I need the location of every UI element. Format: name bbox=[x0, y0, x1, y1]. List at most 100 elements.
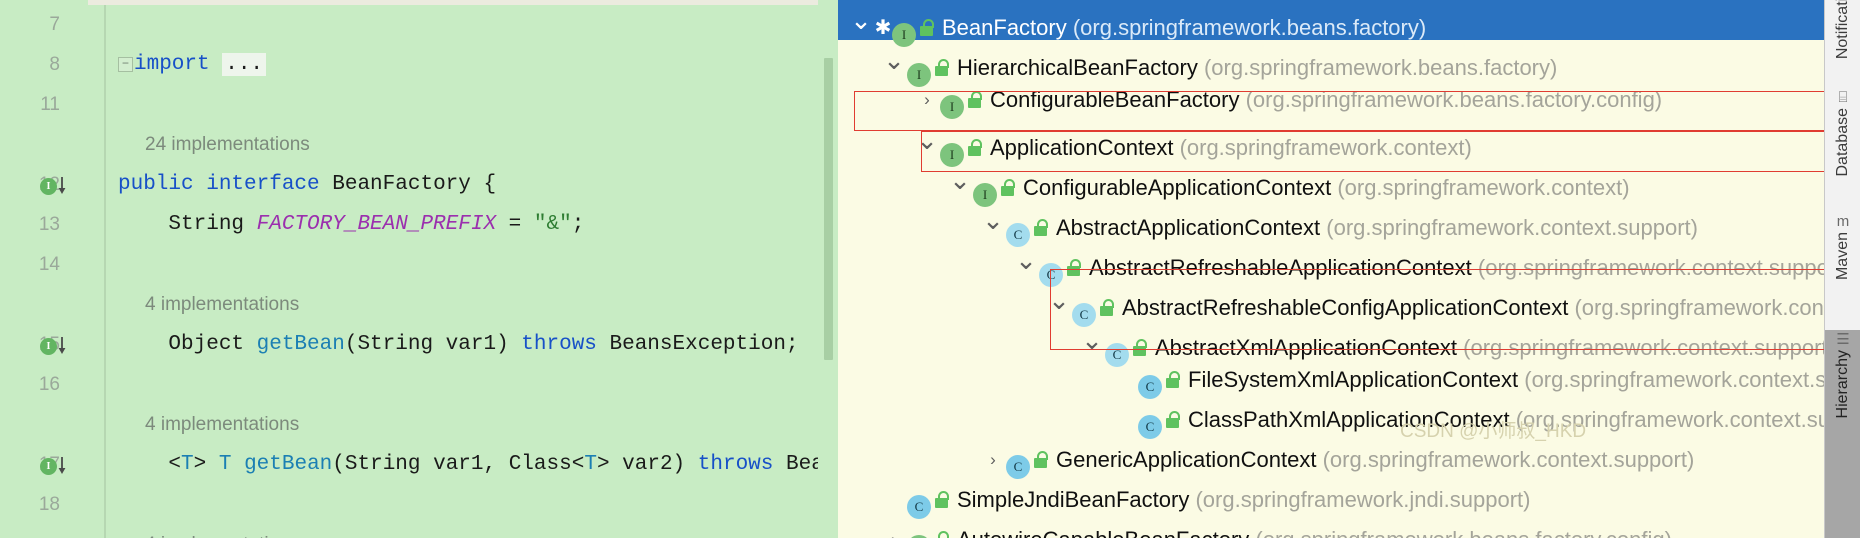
code-text[interactable]: String FACTORY_BEAN_PREFIX = "&"; bbox=[118, 205, 584, 245]
hierarchy-tree-node[interactable]: ⌄ C AbstractRefreshableApplicationContext … bbox=[838, 240, 1824, 287]
hierarchy-tree-node[interactable]: C SimpleJndiBeanFactory (org.springframew… bbox=[838, 480, 1824, 520]
code-token: > bbox=[193, 453, 219, 476]
code-token: getBean bbox=[256, 333, 345, 356]
hierarchy-tree-node[interactable]: ⌄ C AbstractRefreshableConfigApplicationCo… bbox=[838, 280, 1824, 327]
code-token: import bbox=[134, 53, 223, 76]
inlay-hint-implementations[interactable]: 4 implementations bbox=[145, 285, 299, 325]
inlay-hint-implementations[interactable]: 24 implementations bbox=[145, 125, 310, 165]
code-token: > var2) bbox=[596, 453, 698, 476]
hierarchy-tree-node[interactable]: ⌄ C AbstractApplicationContext (org.spring… bbox=[838, 200, 1824, 247]
chevron-down-icon[interactable]: ⌄ bbox=[947, 160, 973, 200]
code-token: FACTORY_BEAN_PREFIX bbox=[256, 213, 497, 236]
public-visibility-icon bbox=[1065, 258, 1083, 278]
hierarchy-tree[interactable]: ⌄ ✱ I BeanFactory (org.springframework.bean… bbox=[838, 0, 1824, 538]
implementation-marker-icon[interactable]: I bbox=[40, 455, 74, 477]
chevron-right-icon[interactable]: › bbox=[980, 440, 1006, 480]
inlay-hint-implementations[interactable]: 4 implementations bbox=[145, 525, 299, 538]
editor-line: 4 implementations bbox=[0, 405, 818, 445]
line-number: 8 bbox=[49, 54, 60, 75]
hierarchy-tree-node[interactable]: ⌄ I HierarchicalBeanFactory (org.springfra… bbox=[838, 40, 1824, 87]
rail-tab-database[interactable]: ⌸ Database bbox=[1825, 88, 1860, 206]
hierarchy-tree-node[interactable]: ⌄ I ApplicationContext (org.springframewor… bbox=[838, 120, 1824, 167]
chevron-down-icon[interactable]: ⌄ bbox=[848, 0, 874, 40]
editor-line: 8 − import ... bbox=[0, 45, 818, 85]
hierarchy-node-package: (org.springframework.context.support) bbox=[1322, 447, 1695, 472]
rail-tab-label: Notifications bbox=[1834, 0, 1851, 60]
fold-marker-icon[interactable]: − bbox=[118, 57, 133, 72]
code-text[interactable]: <T> T getBean(String var1, Class<T> var2… bbox=[118, 445, 818, 485]
hierarchy-node-package: (org.springframework.context) bbox=[1179, 135, 1472, 160]
hierarchy-node-package: (org.springframework.context.support) bbox=[1463, 335, 1824, 360]
hierarchy-tree-node[interactable]: ›IAutowireCapableBeanFactory (org.spring… bbox=[838, 520, 1824, 538]
right-tool-rail[interactable]: Notifications ⌸ Database m Maven ☰ Hierarchy bbox=[1824, 0, 1860, 538]
code-token: throws bbox=[521, 333, 610, 356]
code-token: = bbox=[496, 213, 534, 236]
chevron-down-icon[interactable]: ⌄ bbox=[1013, 240, 1039, 280]
line-number: 14 bbox=[38, 254, 60, 275]
editor-line: 16 bbox=[0, 365, 818, 405]
chevron-down-icon[interactable]: ⌄ bbox=[1079, 320, 1105, 360]
chevron-down-icon[interactable]: ⌄ bbox=[881, 40, 907, 80]
editor-line: 4 implementations bbox=[0, 525, 818, 538]
class-icon: C bbox=[1138, 415, 1162, 439]
hierarchy-tree-node[interactable]: › I ConfigurableBeanFactory (org.springfra… bbox=[838, 80, 1824, 120]
chevron-down-icon[interactable]: ⌄ bbox=[914, 120, 940, 160]
hierarchy-node-package: (org.springframework.beans.factory.confi… bbox=[1245, 87, 1663, 112]
editor-vertical-scrollbar-track[interactable] bbox=[818, 0, 838, 538]
ide-window: 7 8 −import ... 11 24 implementations12Ipubl… bbox=[0, 0, 1860, 538]
rail-tab-maven[interactable]: m Maven bbox=[1825, 212, 1860, 322]
public-visibility-icon bbox=[1032, 218, 1050, 238]
code-token: (String var1) bbox=[344, 333, 522, 356]
hierarchy-tree-node[interactable]: C ClassPathXmlApplicationContext (org.spr… bbox=[838, 400, 1824, 440]
hierarchy-tree-node[interactable]: › C GenericApplicationContext (org.springf… bbox=[838, 440, 1824, 480]
code-token: public bbox=[118, 173, 207, 196]
implementation-marker-icon[interactable]: I bbox=[40, 175, 74, 197]
hierarchy-node-name: ConfigurableApplicationContext bbox=[1023, 175, 1338, 200]
code-token: Object bbox=[118, 333, 257, 356]
hierarchy-node-name: FileSystemXmlApplicationContext bbox=[1188, 367, 1525, 392]
implementation-marker-icon[interactable]: I bbox=[40, 335, 74, 357]
tree-icon: ☰ bbox=[1836, 331, 1850, 348]
maven-icon: m bbox=[1836, 213, 1850, 230]
public-visibility-icon bbox=[1032, 450, 1050, 470]
hierarchy-node-name: GenericApplicationContext bbox=[1056, 447, 1323, 472]
code-text[interactable]: public interface BeanFactory { bbox=[118, 165, 496, 205]
rail-tab-hierarchy[interactable]: ☰ Hierarchy bbox=[1825, 330, 1860, 538]
code-text[interactable]: − import ... bbox=[118, 45, 267, 85]
public-visibility-icon bbox=[966, 90, 984, 110]
editor-line: 7 bbox=[0, 5, 818, 45]
hierarchy-node-package: (org.springframework.context) bbox=[1337, 175, 1630, 200]
hierarchy-node-package: (org.springframework.jndi.support) bbox=[1195, 487, 1531, 512]
chevron-right-icon[interactable]: › bbox=[914, 80, 940, 120]
collapsed-imports[interactable]: ... bbox=[222, 53, 267, 76]
editor-vertical-scrollbar-thumb[interactable] bbox=[824, 58, 833, 360]
public-visibility-icon bbox=[933, 530, 951, 538]
hierarchy-node-name: HierarchicalBeanFactory bbox=[957, 55, 1204, 80]
public-visibility-icon bbox=[933, 490, 951, 510]
inlay-hint-implementations[interactable]: 4 implementations bbox=[145, 405, 299, 445]
code-token: getBean bbox=[244, 453, 333, 476]
hierarchy-tree-node[interactable]: ⌄ C AbstractXmlApplicationContext (org.spr… bbox=[838, 320, 1824, 367]
line-number: 7 bbox=[49, 14, 60, 35]
editor-line: 13 String FACTORY_BEAN_PREFIX = "&"; bbox=[0, 205, 818, 245]
chevron-down-icon[interactable]: ⌄ bbox=[1046, 280, 1072, 320]
rail-tab-label: Database bbox=[1834, 108, 1851, 177]
line-number: 16 bbox=[38, 374, 60, 395]
code-editor[interactable]: 7 8 −import ... 11 24 implementations12Ipubl… bbox=[0, 0, 818, 538]
chevron-right-icon[interactable]: › bbox=[881, 520, 907, 538]
hierarchy-tool-window[interactable]: ⌄ ✱ I BeanFactory (org.springframework.bean… bbox=[818, 0, 1824, 538]
hierarchy-tree-node[interactable]: C FileSystemXmlApplicationContext (org.sp… bbox=[838, 360, 1824, 400]
hierarchy-node-name: SimpleJndiBeanFactory bbox=[957, 487, 1196, 512]
hierarchy-tree-node[interactable]: ⌄ ✱ I BeanFactory (org.springframework.bean… bbox=[838, 0, 1824, 47]
db-icon: ⌸ bbox=[1838, 89, 1848, 106]
code-token: throws bbox=[697, 453, 786, 476]
code-text[interactable]: Object getBean(String var1) throws Beans… bbox=[118, 325, 798, 365]
editor-line: 4 implementations bbox=[0, 285, 818, 325]
public-visibility-icon bbox=[999, 178, 1017, 198]
interface-icon: I bbox=[940, 95, 964, 119]
chevron-down-icon[interactable]: ⌄ bbox=[980, 200, 1006, 240]
hierarchy-tree-node[interactable]: ⌄ I ConfigurableApplicationContext (org.sp… bbox=[838, 160, 1824, 207]
